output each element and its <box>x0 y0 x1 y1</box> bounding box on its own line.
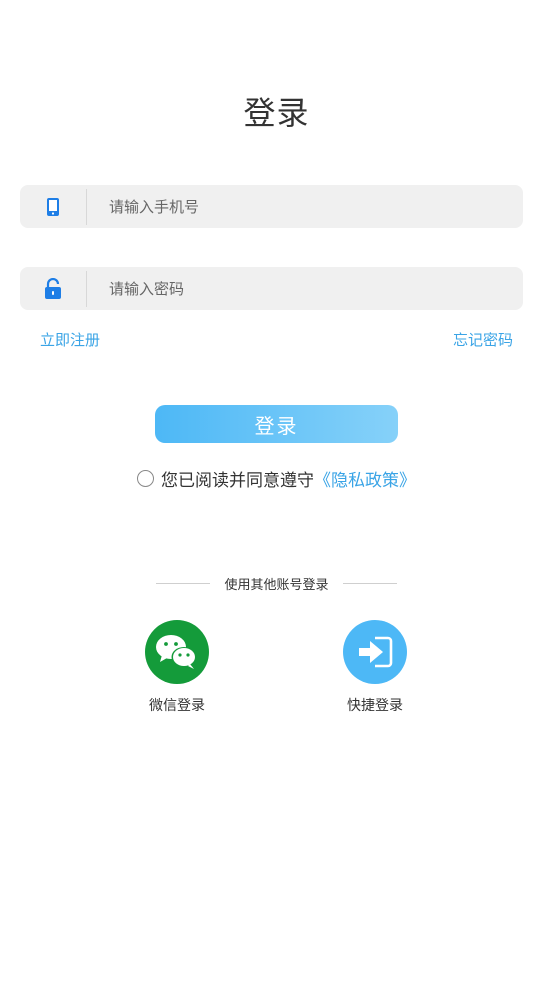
wechat-login-label: 微信登录 <box>149 698 205 714</box>
page-title: 登录 <box>243 94 310 132</box>
login-button[interactable]: 登录 <box>155 405 398 443</box>
phone-icon <box>20 185 86 228</box>
quick-login-button[interactable]: 快捷登录 <box>325 620 425 715</box>
wechat-login-button[interactable]: 微信登录 <box>127 620 227 715</box>
privacy-policy-link[interactable]: 《隐私政策》 <box>314 466 416 491</box>
wechat-icon[interactable] <box>145 620 209 684</box>
agreement: 您已阅读并同意遵守 《隐私政策》 <box>0 466 553 491</box>
quick-login-label: 快捷登录 <box>347 698 403 714</box>
register-link[interactable]: 立即注册 <box>40 329 100 350</box>
password-field[interactable] <box>20 267 523 310</box>
other-login-title: 使用其他账号登录 <box>224 578 329 593</box>
agree-radio[interactable] <box>137 470 154 487</box>
other-login-divider: 使用其他账号登录 <box>0 574 553 593</box>
divider-line-left <box>156 583 211 584</box>
agreement-text: 您已阅读并同意遵守 <box>161 471 314 491</box>
login-arrow-icon[interactable] <box>343 620 407 684</box>
forgot-password-link[interactable]: 忘记密码 <box>453 329 513 350</box>
phone-field[interactable] <box>20 185 523 228</box>
phone-input[interactable] <box>87 185 523 228</box>
password-input[interactable] <box>87 267 523 310</box>
lock-icon <box>20 267 86 310</box>
divider-line-right <box>342 583 397 584</box>
